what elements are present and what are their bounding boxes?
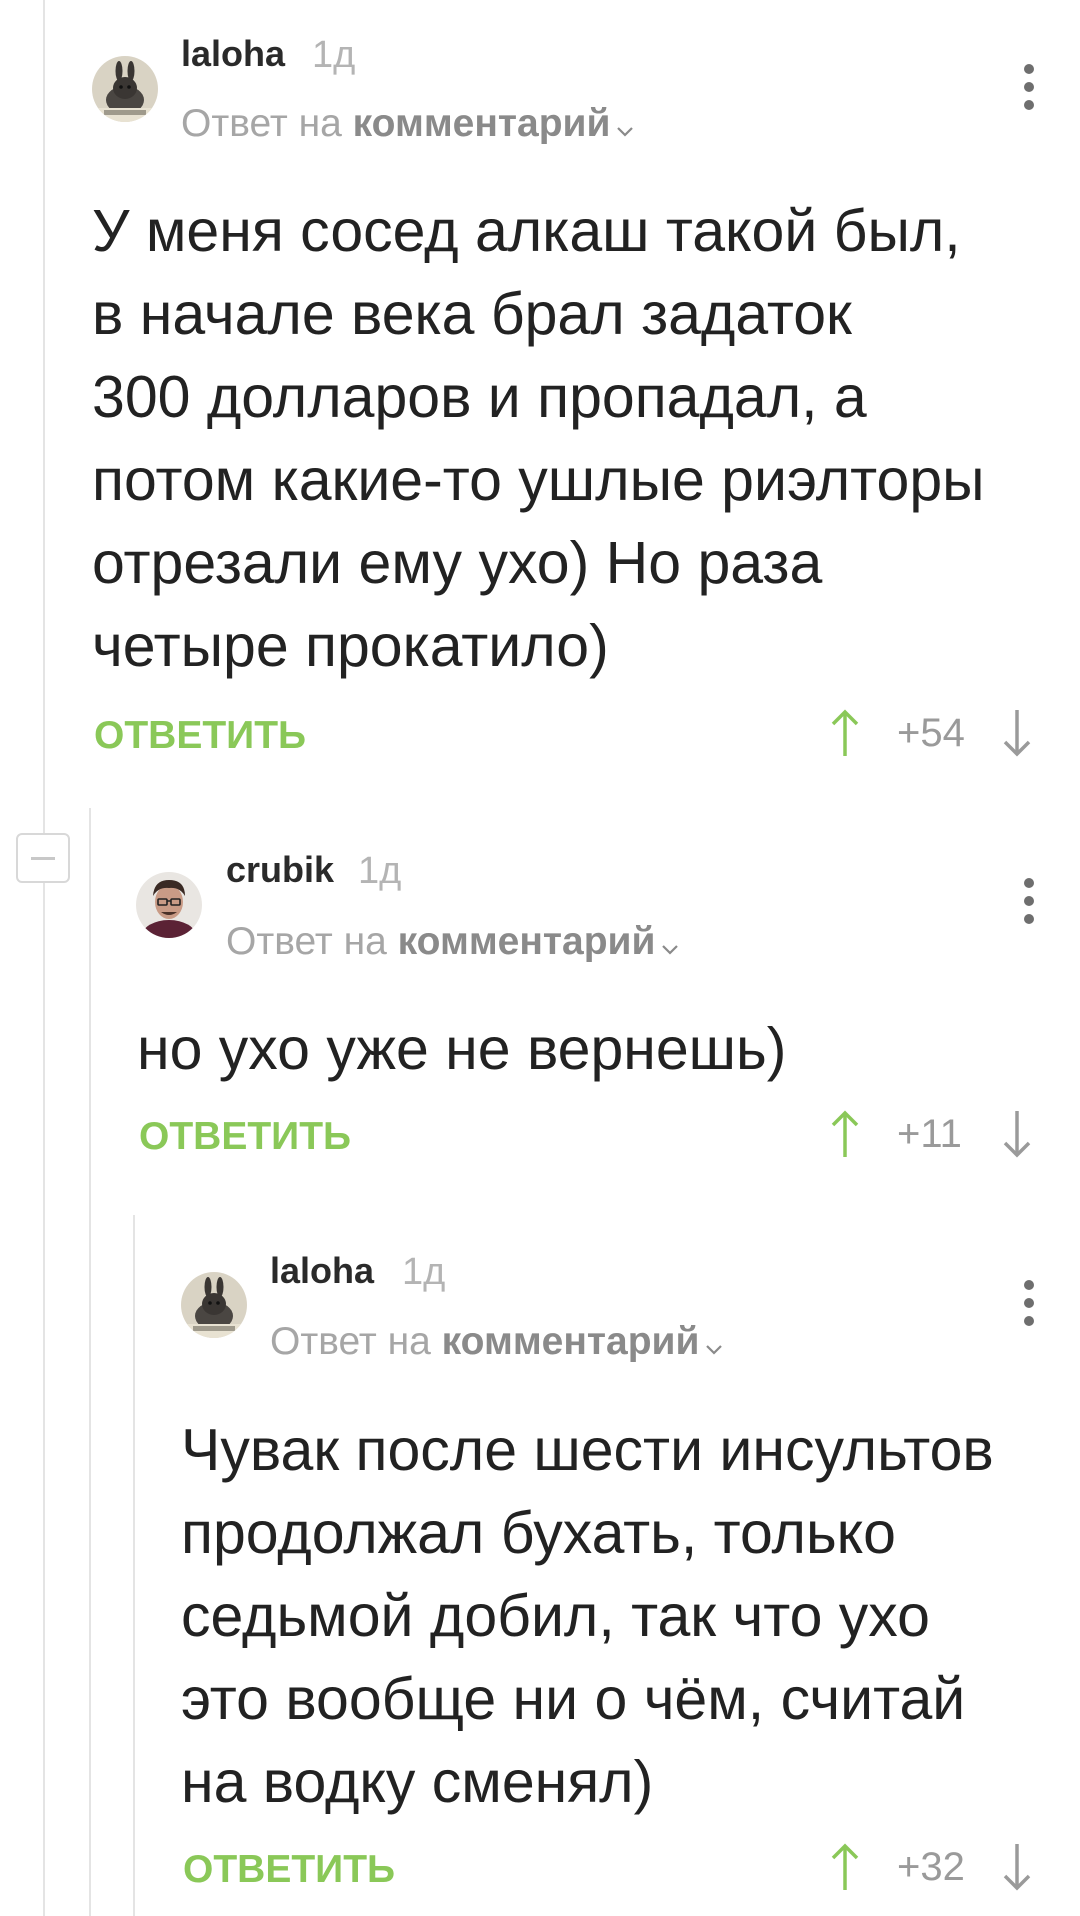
comment-body: У меня сосед алкаш такой был, в начале в… (92, 190, 985, 688)
reply-to-link[interactable]: Ответ на комментарий (181, 104, 634, 145)
comment-line: отрезали ему ухо) Но раза (92, 530, 823, 596)
reply-to-link[interactable]: Ответ на комментарий (270, 1322, 723, 1363)
comment-time: 1д (358, 850, 402, 892)
comment-line: в начале века брал задаток (92, 281, 852, 347)
comment-time: 1д (312, 34, 356, 76)
downvote-arrow-icon[interactable] (1002, 708, 1032, 758)
comment-line: Чувак после шести инсультов (181, 1417, 994, 1483)
comment-time: 1д (402, 1251, 446, 1293)
reply-to-prefix: Ответ на (226, 920, 387, 963)
more-options-icon[interactable] (1017, 876, 1041, 926)
vote-score: +54 (897, 711, 965, 755)
comment-body: но ухо уже не вернешь) (137, 1008, 786, 1091)
thread-line-level-1 (43, 0, 45, 1916)
reply-to-comment-link[interactable]: комментарий (442, 1320, 700, 1363)
comment-line: но ухо уже не вернешь) (137, 1016, 787, 1082)
comment-author[interactable]: laloha (181, 36, 285, 72)
comment-author[interactable]: crubik (226, 852, 334, 888)
reply-button[interactable]: ОТВЕТИТЬ (139, 1117, 351, 1156)
upvote-arrow-icon[interactable] (830, 708, 860, 758)
vote-controls: +32 (830, 1842, 1050, 1892)
upvote-arrow-icon[interactable] (830, 1109, 860, 1159)
more-options-icon[interactable] (1017, 62, 1041, 112)
comment-author[interactable]: laloha (270, 1253, 374, 1289)
comment-line: это вообще ни о чём, считай (181, 1666, 966, 1732)
comment-line: У меня сосед алкаш такой был, (92, 198, 961, 264)
comment-line: потом какие-то ушлые риэлторы (92, 447, 985, 513)
man-avatar[interactable] (136, 872, 202, 938)
collapse-thread-button[interactable] (16, 833, 70, 883)
thread-line-level-2 (89, 808, 91, 1916)
comment-line: на водку сменял) (181, 1749, 654, 1815)
reply-to-prefix: Ответ на (270, 1320, 431, 1363)
rabbit-avatar[interactable] (181, 1272, 247, 1338)
reply-button[interactable]: ОТВЕТИТЬ (183, 1850, 395, 1889)
comment-line: продолжал бухать, только (181, 1500, 896, 1566)
chevron-down-icon (616, 106, 634, 145)
reply-to-prefix: Ответ на (181, 102, 342, 145)
comment-line: четыре прокатило) (92, 613, 609, 679)
comment-line: 300 долларов и пропадал, а (92, 364, 867, 430)
comment-line: седьмой добил, так что ухо (181, 1583, 930, 1649)
vote-controls: +11 (830, 1109, 1050, 1159)
vote-score: +32 (897, 1845, 965, 1889)
rabbit-avatar[interactable] (92, 56, 158, 122)
chevron-down-icon (705, 1324, 723, 1363)
reply-to-comment-link[interactable]: комментарий (398, 920, 656, 963)
reply-to-comment-link[interactable]: комментарий (353, 102, 611, 145)
vote-score: +11 (897, 1112, 962, 1156)
minus-icon (31, 857, 55, 860)
reply-button[interactable]: ОТВЕТИТЬ (94, 716, 306, 755)
vote-controls: +54 (830, 708, 1050, 758)
thread-line-level-3 (133, 1215, 135, 1916)
downvote-arrow-icon[interactable] (1002, 1109, 1032, 1159)
comment-body: Чувак после шести инсультов продолжал бу… (181, 1409, 994, 1824)
downvote-arrow-icon[interactable] (1002, 1842, 1032, 1892)
chevron-down-icon (661, 924, 679, 963)
more-options-icon[interactable] (1017, 1278, 1041, 1328)
upvote-arrow-icon[interactable] (830, 1842, 860, 1892)
reply-to-link[interactable]: Ответ на комментарий (226, 922, 679, 963)
